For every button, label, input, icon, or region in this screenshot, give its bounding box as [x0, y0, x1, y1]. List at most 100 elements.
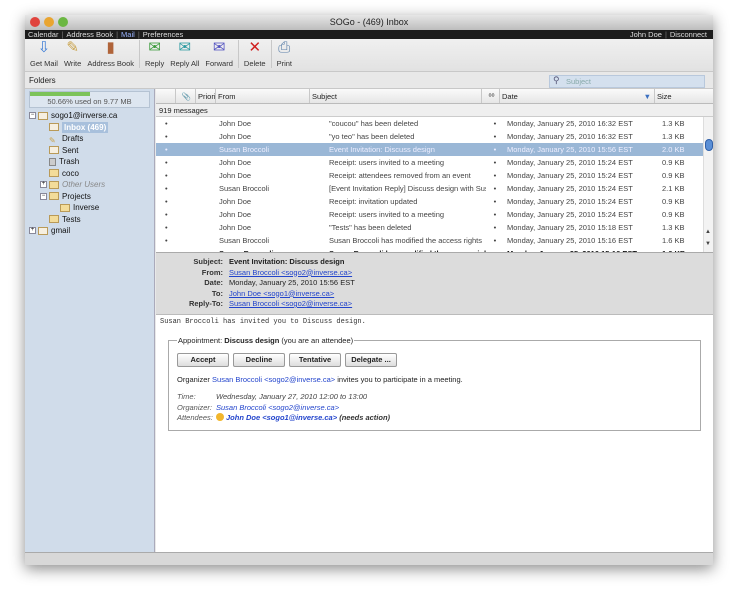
attachment-cell — [196, 208, 216, 221]
message-row[interactable]: • John Doe Receipt: users invited to a mee… — [156, 156, 713, 169]
paperclip-icon: 📎 — [181, 92, 192, 101]
needs-action-icon — [216, 413, 224, 421]
message-row[interactable]: • John Doe "coucou" has been deleted • Monda… — [156, 117, 713, 130]
decline-button[interactable]: Decline — [233, 353, 285, 367]
column-size[interactable]: Size — [655, 89, 713, 103]
title-bar: SOGo - (469) Inbox — [25, 15, 713, 30]
pencil-icon: ✎ — [66, 39, 79, 56]
organizer-detail-link[interactable]: Susan Broccoli <sogo2@inverse.ca> — [216, 403, 339, 414]
column-flag[interactable] — [156, 89, 176, 103]
attachment-cell — [196, 130, 216, 143]
date-cell: Monday, January 25, 2010 15:56 EST — [507, 145, 633, 154]
from-cell: John Doe — [219, 158, 252, 167]
scroll-down-icon[interactable]: ▼ — [705, 241, 711, 247]
appointment-box: Appointment: Discuss design (you are an … — [168, 336, 701, 431]
subject-cell: Susan Broccoli has modified the access r… — [329, 236, 482, 245]
flag-cell: • — [165, 236, 168, 245]
message-row[interactable]: • John Doe Receipt: attendees removed from… — [156, 169, 713, 182]
write-button[interactable]: ✎ Write — [64, 39, 81, 68]
column-subject[interactable]: Subject — [310, 89, 482, 103]
attachment-cell — [196, 156, 216, 169]
subject-cell: [Event Invitation Reply] Discuss design … — [329, 184, 486, 193]
message-row[interactable]: • Susan Broccoli [Event Invitation Reply] … — [156, 182, 713, 195]
from-cell: John Doe — [219, 197, 252, 206]
tentative-button[interactable]: Tentative — [289, 353, 341, 367]
close-window-button[interactable] — [30, 17, 40, 27]
flag-cell: • — [165, 223, 168, 232]
scrollbar[interactable]: ▲ ▼ — [703, 117, 713, 252]
nav-address-book[interactable]: Address Book — [66, 30, 113, 39]
attachment-cell — [196, 169, 216, 182]
reply-button[interactable]: ✉ Reply — [145, 39, 164, 68]
folder-drafts[interactable]: ✎ Drafts — [29, 133, 154, 145]
folder-projects[interactable]: − Projects — [29, 191, 154, 203]
reply-all-button[interactable]: ✉ Reply All — [170, 39, 199, 68]
read-status-cell: • — [493, 236, 497, 245]
from-link[interactable]: Susan Broccoli <sogo2@inverse.ca> — [229, 268, 352, 277]
message-list: • John Doe "coucou" has been deleted • Monda… — [156, 117, 713, 253]
folder-coco[interactable]: coco — [29, 168, 154, 180]
folder-sent[interactable]: Sent — [29, 145, 154, 157]
nav-mail[interactable]: Mail — [121, 30, 135, 39]
folder-inbox[interactable]: Inbox (469) — [29, 121, 154, 133]
flag-cell: • — [165, 145, 168, 154]
search-input[interactable]: ⚲ Subject — [549, 75, 705, 88]
date-cell: Monday, January 25, 2010 15:24 EST — [507, 158, 633, 167]
inbox-icon — [49, 123, 59, 132]
nav-preferences[interactable]: Preferences — [143, 30, 183, 39]
scroll-thumb[interactable] — [705, 139, 713, 151]
delegate-button[interactable]: Delegate ... — [345, 353, 397, 367]
organizer-link[interactable]: Susan Broccoli <sogo2@inverse.ca> — [212, 375, 335, 384]
disconnect-link[interactable]: Disconnect — [670, 30, 707, 39]
message-row[interactable]: • John Doe Receipt: users invited to a mee… — [156, 208, 713, 221]
message-subject: Event Invitation: Discuss design — [229, 257, 345, 266]
message-row[interactable]: •Susan BroccoliSusan Broccoli has modifi… — [156, 234, 713, 247]
message-row[interactable]: • John Doe Receipt: invitation updated • Mon… — [156, 195, 713, 208]
reply-to-link[interactable]: Susan Broccoli <sogo2@inverse.ca> — [229, 299, 352, 308]
folder-inverse[interactable]: Inverse — [29, 202, 154, 214]
nav-calendar[interactable]: Calendar — [28, 30, 58, 39]
read-status-cell: • — [493, 223, 497, 232]
message-row[interactable]: •Susan BroccoliSusan Broccoli has modifi… — [156, 247, 713, 252]
expand-icon[interactable]: + — [40, 181, 47, 189]
folder-tests[interactable]: Tests — [29, 214, 154, 226]
subject-cell: "coucou" has been deleted — [329, 119, 419, 128]
column-attachment[interactable]: 📎 — [176, 89, 196, 103]
attachment-cell — [196, 234, 216, 247]
toolbar: ⇩ Get Mail ✎ Write ▮ Address Book ✉ Reply ✉ R… — [25, 39, 713, 72]
quota-indicator: 50.66% used on 9.77 MB — [29, 91, 150, 108]
reply-icon: ✉ — [148, 39, 161, 56]
read-status-cell: • — [493, 132, 497, 141]
mailbox-icon — [38, 226, 48, 235]
folder-trash[interactable]: Trash — [29, 156, 154, 168]
message-row[interactable]: • Susan Broccoli Event Invitation: Discuss… — [156, 143, 713, 156]
folder-account[interactable]: − sogo1@inverse.ca — [29, 110, 154, 122]
message-list-header: 📎 Priorit From Subject ⁰⁰ Date ▼ Size — [156, 89, 713, 104]
message-row[interactable]: • John Doe "yo teo" has been deleted • Monda… — [156, 130, 713, 143]
attendee-link[interactable]: John Doe <sogo1@inverse.ca> — [226, 413, 337, 424]
collapse-icon[interactable]: − — [40, 192, 47, 200]
column-from[interactable]: From — [216, 89, 310, 103]
read-status-cell: ● — [486, 247, 504, 252]
column-date[interactable]: Date ▼ — [500, 89, 655, 103]
flag-cell: • — [165, 132, 168, 141]
forward-button[interactable]: ✉ Forward — [205, 39, 233, 68]
get-mail-button[interactable]: ⇩ Get Mail — [30, 39, 58, 68]
scroll-up-icon[interactable]: ▲ — [705, 229, 711, 235]
message-row[interactable]: • John Doe "Tests" has been deleted • Monday… — [156, 221, 713, 234]
collapse-icon[interactable]: − — [29, 112, 36, 120]
folder-other-users[interactable]: + Other Users — [29, 179, 154, 191]
address-book-button[interactable]: ▮ Address Book — [87, 39, 134, 68]
column-priority[interactable]: Priorit — [196, 89, 216, 103]
minimize-window-button[interactable] — [44, 17, 54, 27]
expand-icon[interactable]: + — [29, 227, 36, 235]
accept-button[interactable]: Accept — [177, 353, 229, 367]
folder-gmail[interactable]: + gmail — [29, 225, 154, 237]
print-button[interactable]: ⎙ Print — [277, 39, 292, 68]
delete-button[interactable]: ✕ Delete — [244, 39, 266, 68]
column-read[interactable]: ⁰⁰ — [482, 89, 500, 103]
zoom-window-button[interactable] — [58, 17, 68, 27]
search-icon[interactable]: ⚲ — [553, 75, 560, 86]
read-status-cell: • — [493, 184, 497, 193]
to-link[interactable]: John Doe <sogo1@inverse.ca> — [229, 289, 334, 298]
